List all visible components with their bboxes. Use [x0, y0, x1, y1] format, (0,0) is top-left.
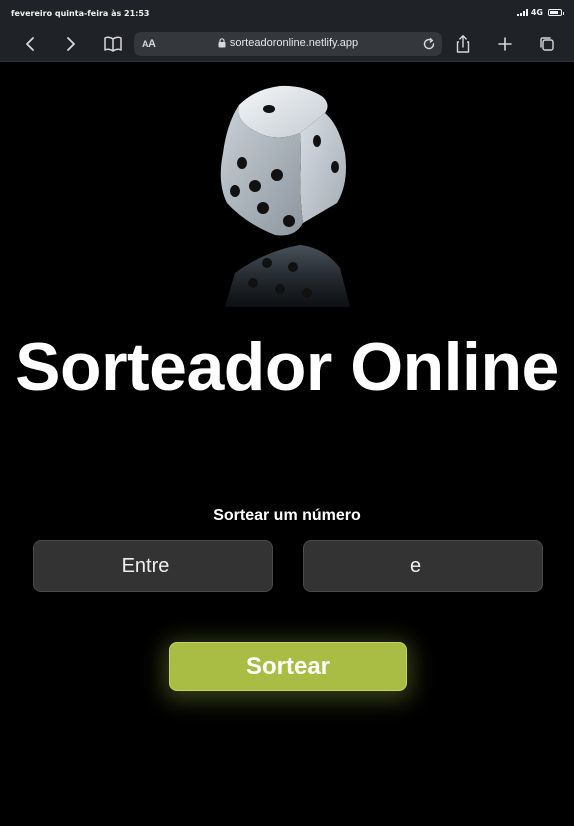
- bookmarks-button[interactable]: [98, 26, 128, 62]
- signal-icon: [516, 9, 528, 16]
- page-title: Sorteador Online: [15, 329, 559, 405]
- max-number-input[interactable]: [303, 540, 543, 592]
- status-indicators: 4G: [516, 8, 564, 17]
- lock-icon: [218, 38, 226, 48]
- browser-toolbar: AA sorteadoronline.netlify.app: [0, 26, 574, 62]
- share-button[interactable]: [448, 26, 478, 62]
- back-button[interactable]: [15, 26, 45, 62]
- section-label: Sortear um número: [213, 507, 361, 524]
- tabs-icon: [540, 37, 554, 51]
- page-content: Sorteador Online Sortear um número Sorte…: [0, 63, 574, 826]
- dice-image: [205, 83, 350, 307]
- bookmarks-icon: [104, 36, 122, 52]
- share-icon: [456, 35, 470, 53]
- new-tab-icon: [498, 37, 512, 51]
- new-tab-button[interactable]: [490, 26, 520, 62]
- min-number-input[interactable]: [33, 540, 273, 592]
- battery-level: [550, 11, 558, 14]
- address-bar[interactable]: AA sorteadoronline.netlify.app: [134, 32, 442, 56]
- reload-button[interactable]: [420, 35, 438, 53]
- back-icon: [26, 37, 34, 51]
- forward-icon: [67, 37, 75, 51]
- reload-icon: [423, 38, 435, 50]
- forward-button[interactable]: [56, 26, 86, 62]
- url-text: sorteadoronline.netlify.app: [229, 37, 359, 49]
- battery-icon: [548, 9, 564, 16]
- draw-button[interactable]: Sortear: [169, 642, 407, 691]
- status-time: fevereiro quinta-feira às 21:53: [11, 9, 150, 18]
- status-bar: fevereiro quinta-feira às 21:53 4G: [0, 0, 574, 26]
- network-label: 4G: [530, 8, 543, 17]
- tabs-overview-button[interactable]: [532, 26, 562, 62]
- url-display[interactable]: sorteadoronline.netlify.app: [134, 37, 442, 49]
